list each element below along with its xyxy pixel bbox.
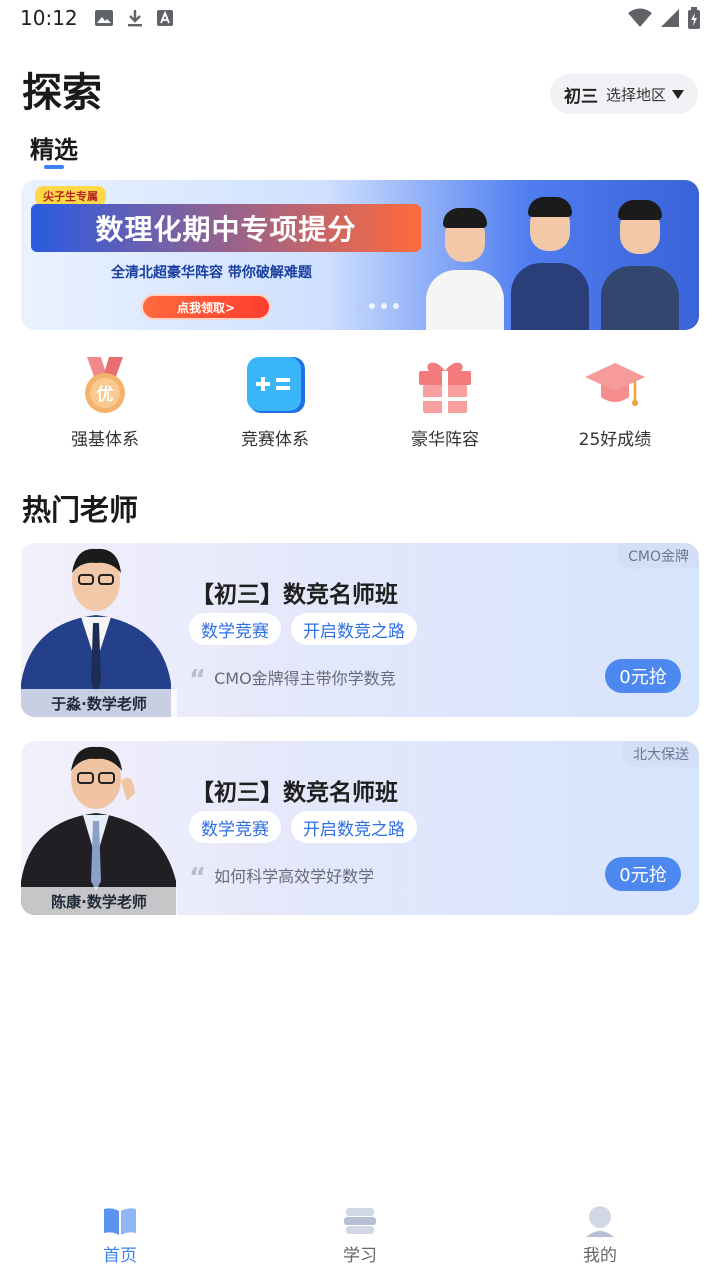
teacher-quote: 如何科学高效学好数学 <box>214 867 375 886</box>
quick-entry-qiangji[interactable]: 优 强基体系 <box>20 355 190 450</box>
teacher-card[interactable]: 北大保送 陈康·数学老师 【初三】数竞名师班 数学竞赛 开启数竞之路 “ 如何科… <box>21 741 699 915</box>
course-title: 【初三】数竞名师班 <box>191 780 398 806</box>
nav-label: 学习 <box>343 1246 377 1266</box>
course-tag: 数学竞赛 <box>189 613 281 645</box>
teacher-name: 于淼·数学老师 <box>21 689 177 717</box>
quote-icon: “ <box>189 863 207 893</box>
svg-text:优: 优 <box>97 384 114 405</box>
wifi-icon <box>628 8 652 27</box>
calculator-icon <box>247 357 305 413</box>
banner-headline: 数理化期中专项提分 <box>95 213 357 246</box>
teacher-badge: 北大保送 <box>623 741 699 767</box>
quick-entry-competition[interactable]: 竞赛体系 <box>190 355 360 450</box>
nav-me[interactable]: 我的 <box>480 1205 720 1280</box>
carousel-dot[interactable] <box>357 303 363 309</box>
course-title: 【初三】数竞名师班 <box>191 582 398 608</box>
banner-tag: 尖子生专属 <box>35 186 106 206</box>
tab-featured[interactable]: 精选 <box>30 130 78 165</box>
status-bar: 10:12 <box>0 0 720 36</box>
battery-icon <box>688 7 700 29</box>
banner-teacher-photo <box>426 200 504 330</box>
quick-entry-lineup[interactable]: 豪华阵容 <box>360 355 530 450</box>
quick-entry-row: 优 强基体系 竞赛体系 豪华阵容 25好成绩 <box>20 355 700 450</box>
book-icon <box>104 1208 136 1235</box>
banner-teacher-photo <box>511 185 589 330</box>
course-tag: 开启数竞之路 <box>291 613 417 645</box>
user-icon <box>586 1206 614 1237</box>
image-icon <box>94 10 113 26</box>
banner-subline: 全清北超豪华阵容 带你破解难题 <box>111 265 312 281</box>
carousel-dot[interactable] <box>393 303 399 309</box>
banner-cta-button[interactable]: 点我领取> <box>141 294 271 320</box>
region-label: 选择地区 <box>605 85 666 104</box>
signal-icon <box>661 9 679 27</box>
teacher-badge: CMO金牌 <box>618 543 699 569</box>
page-title: 探索 <box>22 70 102 116</box>
graduation-cap-icon <box>585 363 645 406</box>
gift-icon <box>419 362 471 413</box>
banner-teacher-photo <box>601 190 679 330</box>
status-time: 10:12 <box>20 6 78 30</box>
free-grab-button[interactable]: 0元抢 <box>605 659 681 693</box>
explore-page: 10:12 探索 初三 选择地区 精选 尖子生专属 数理化期中专项提分 全清北超… <box>0 0 720 1280</box>
books-stack-icon <box>344 1208 376 1234</box>
teacher-name: 陈康·数学老师 <box>21 887 177 915</box>
nav-home[interactable]: 首页 <box>0 1205 240 1280</box>
nav-study[interactable]: 学习 <box>240 1205 480 1280</box>
carousel-dots <box>357 303 399 309</box>
carousel-dot[interactable] <box>381 303 387 309</box>
bottom-nav: 首页 学习 我的 <box>0 1205 720 1280</box>
quick-entry-label: 豪华阵容 <box>411 430 479 450</box>
teacher-quote: CMO金牌得主带你学数竞 <box>214 669 396 688</box>
carousel-dot[interactable] <box>369 303 375 309</box>
region-picker[interactable]: 初三 选择地区 <box>549 74 698 114</box>
quick-entry-label: 竞赛体系 <box>241 430 309 450</box>
font-icon <box>156 10 173 26</box>
promo-banner[interactable]: 尖子生专属 数理化期中专项提分 全清北超豪华阵容 带你破解难题 点我领取> <box>21 180 699 330</box>
caret-down-icon <box>672 89 684 99</box>
medal-icon: 优 <box>85 357 125 413</box>
teacher-card[interactable]: CMO金牌 于淼·数学老师 【初三】数竞名师班 数学竞赛 开启数竞之路 “ CM… <box>21 543 699 717</box>
banner-headline-box: 数理化期中专项提分 <box>31 204 421 252</box>
quick-entry-good-scores[interactable]: 25好成绩 <box>530 355 700 450</box>
course-tag: 开启数竞之路 <box>291 811 417 843</box>
quick-entry-label: 25好成绩 <box>578 430 652 450</box>
section-title-hot-teachers: 热门老师 <box>22 493 139 527</box>
course-tag: 数学竞赛 <box>189 811 281 843</box>
free-grab-button[interactable]: 0元抢 <box>605 857 681 891</box>
grade-label: 初三 <box>563 86 598 107</box>
quote-icon: “ <box>189 665 207 695</box>
nav-label: 首页 <box>103 1246 137 1266</box>
quick-entry-label: 强基体系 <box>71 430 139 450</box>
tab-indicator <box>44 165 64 169</box>
nav-label: 我的 <box>583 1246 617 1266</box>
download-icon <box>127 10 142 27</box>
